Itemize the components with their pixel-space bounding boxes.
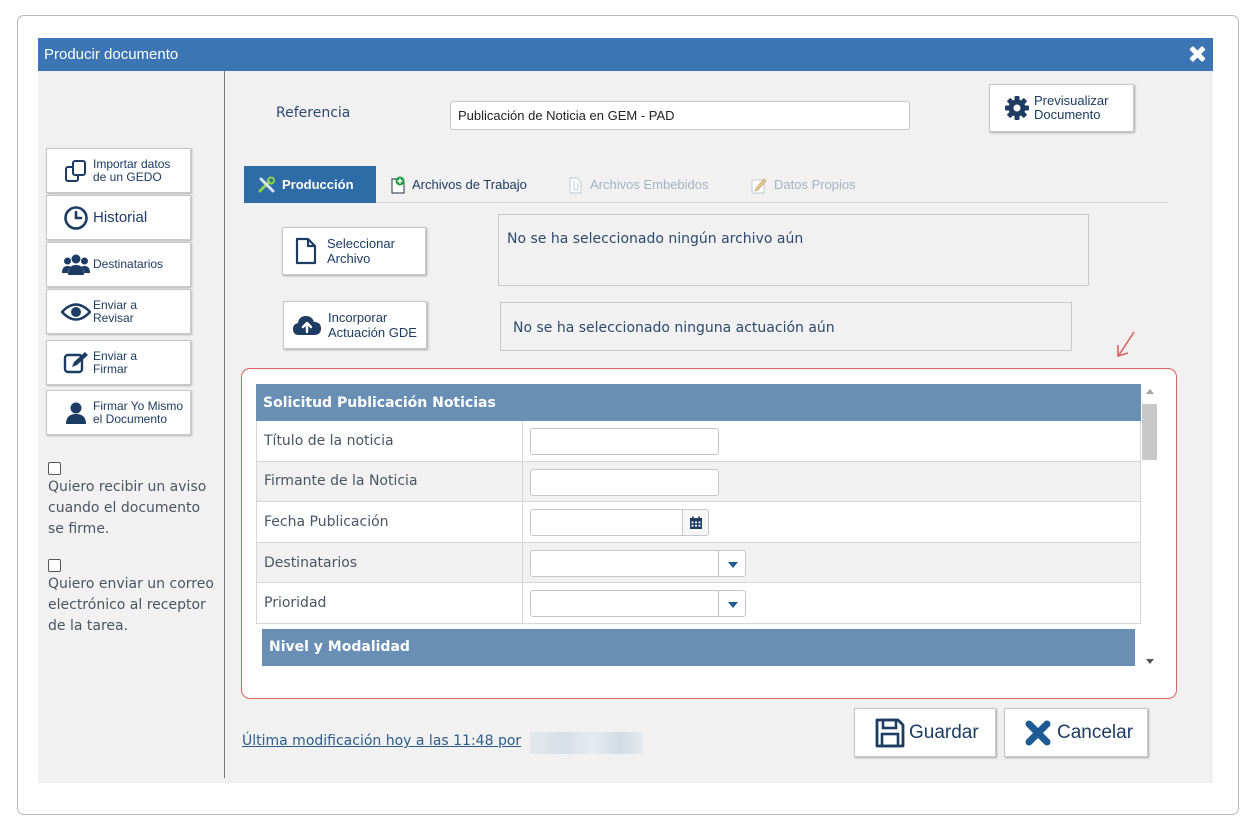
sign-myself-label: Firmar Yo Mismo el Documento	[93, 398, 184, 426]
scroll-up-icon[interactable]	[1146, 389, 1154, 394]
tab-archivos-de-trabajo[interactable]: Archivos de Trabajo	[390, 166, 527, 203]
tab-produccion[interactable]: Producción	[244, 166, 376, 203]
incorporate-actuacion-button[interactable]: Incorporar Actuación GDE	[283, 301, 427, 349]
chevron-down-icon	[718, 550, 745, 576]
preview-document-button[interactable]: Previsualizar Documento	[989, 84, 1134, 132]
attach-icon	[566, 176, 584, 194]
users-icon	[61, 250, 91, 280]
tab-datos-propios: Datos Propios	[750, 166, 856, 203]
cloud-upload-icon	[292, 310, 322, 340]
sign-myself-button[interactable]: Firmar Yo Mismo el Documento	[46, 390, 191, 435]
reference-label: Referencia	[276, 105, 351, 121]
cancel-button[interactable]: Cancelar	[1004, 708, 1148, 757]
field-label: Fecha Publicación	[257, 502, 523, 542]
recipients-button[interactable]: Destinatarios	[46, 242, 191, 287]
clock-icon	[61, 203, 91, 233]
annotation-arrow-icon	[1117, 331, 1135, 358]
cancel-label: Cancelar	[1057, 721, 1134, 743]
send-email-checkbox[interactable]	[48, 559, 61, 572]
select-file-label: Seleccionar Archivo	[327, 236, 395, 266]
tab-archivos-embebidos: Archivos Embebidos	[566, 166, 709, 203]
subsection-header: Nivel y Modalidad	[262, 628, 1135, 666]
form-row-firmante: Firmante de la Noticia	[256, 461, 1141, 503]
destinatarios-select[interactable]	[530, 549, 746, 577]
notify-when-signed-checkbox[interactable]	[48, 462, 61, 475]
save-button[interactable]: Guardar	[854, 708, 996, 757]
dialog-titlebar: Producir documento	[38, 38, 1213, 71]
form-row-prioridad: Prioridad	[256, 583, 1141, 624]
select-file-button[interactable]: Seleccionar Archivo	[282, 227, 426, 275]
form-row-fecha: Fecha Publicación	[256, 502, 1141, 543]
field-label: Destinatarios	[257, 542, 523, 583]
notify-when-signed-option: Quiero recibir un aviso cuando el docume…	[48, 462, 218, 540]
dialog-title: Producir documento	[44, 46, 179, 63]
scroll-down-icon[interactable]	[1146, 659, 1154, 664]
send-email-label: Quiero enviar un correo electrónico al r…	[48, 576, 214, 634]
history-button[interactable]: Historial	[46, 195, 191, 240]
firmante-input[interactable]	[530, 468, 719, 496]
field-label: Título de la noticia	[257, 421, 523, 461]
gear-icon	[1004, 95, 1030, 121]
file-add-icon	[390, 176, 408, 194]
prioridad-select[interactable]	[530, 590, 746, 618]
eye-icon	[61, 297, 91, 327]
selected-file-status-text: No se ha seleccionado ningún archivo aún	[507, 231, 804, 247]
fecha-publicacion-input[interactable]	[530, 509, 683, 537]
save-icon	[873, 716, 907, 750]
calendar-button[interactable]	[682, 509, 709, 537]
tab-archivos-de-trabajo-label: Archivos de Trabajo	[412, 177, 527, 192]
last-modified-link[interactable]: Última modificación hoy a las 11:48 por	[242, 733, 521, 749]
close-icon[interactable]	[1185, 42, 1209, 66]
selected-actuacion-status: No se ha seleccionado ninguna actuación …	[500, 302, 1072, 351]
reference-input[interactable]: Publicación de Noticia en GEM - PAD	[450, 101, 910, 130]
tab-datos-propios-label: Datos Propios	[774, 177, 856, 192]
form-row-destinatarios: Destinatarios	[256, 542, 1141, 584]
import-gedo-label: Importar datos de un GEDO	[93, 156, 171, 184]
edit-icon	[750, 176, 768, 194]
produce-document-dialog: Producir documento Importar datos de un …	[38, 38, 1213, 783]
history-label: Historial	[93, 209, 148, 226]
send-email-option: Quiero enviar un correo electrónico al r…	[48, 559, 218, 637]
selected-actuacion-status-text: No se ha seleccionado ninguna actuación …	[513, 320, 835, 336]
calendar-icon	[689, 516, 702, 529]
form-highlight-panel: Solicitud Publicación Noticias Título de…	[241, 368, 1177, 699]
notify-when-signed-label: Quiero recibir un aviso cuando el docume…	[48, 479, 207, 537]
form-scrollbar[interactable]	[1141, 384, 1159, 671]
tab-archivos-embebidos-label: Archivos Embebidos	[590, 177, 709, 192]
sign-icon	[61, 348, 91, 378]
copy-icon	[61, 156, 91, 186]
selected-file-status: No se ha seleccionado ningún archivo aún	[498, 214, 1089, 286]
send-to-review-label: Enviar a Revisar	[93, 297, 138, 325]
tab-produccion-label: Producción	[282, 177, 354, 192]
scroll-thumb[interactable]	[1142, 404, 1157, 460]
save-label: Guardar	[909, 721, 979, 743]
tools-icon	[258, 176, 276, 194]
send-to-sign-label: Enviar a Firmar	[93, 348, 138, 376]
send-to-sign-button[interactable]: Enviar a Firmar	[46, 340, 191, 385]
sidebar-divider	[224, 71, 225, 778]
user-icon	[61, 398, 91, 428]
field-label: Firmante de la Noticia	[257, 461, 523, 502]
chevron-down-icon	[718, 591, 745, 617]
redacted-username	[530, 732, 643, 754]
import-gedo-button[interactable]: Importar datos de un GEDO	[46, 148, 191, 193]
recipients-label: Destinatarios	[93, 257, 164, 271]
field-label: Prioridad	[257, 583, 523, 623]
file-icon	[291, 236, 321, 266]
form-scroll-area: Solicitud Publicación Noticias Título de…	[256, 384, 1141, 671]
section-header: Solicitud Publicación Noticias	[256, 384, 1141, 421]
send-to-review-button[interactable]: Enviar a Revisar	[46, 289, 191, 334]
preview-document-label: Previsualizar Documento	[1034, 93, 1109, 122]
titulo-input[interactable]	[530, 428, 719, 455]
incorporate-actuacion-label: Incorporar Actuación GDE	[328, 310, 417, 340]
form-row-titulo: Título de la noticia	[256, 421, 1141, 462]
close-x-icon	[1021, 716, 1055, 750]
